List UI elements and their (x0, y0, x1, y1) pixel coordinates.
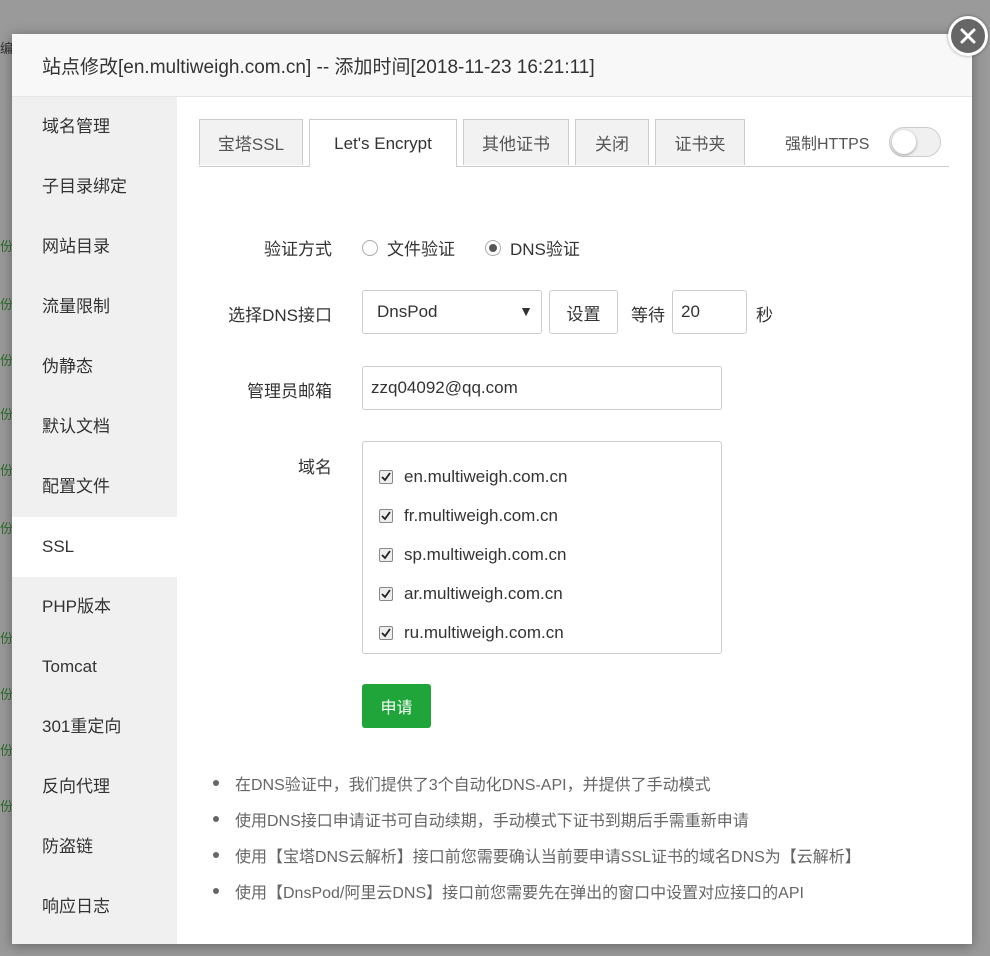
sidebar-item-traffic-limit[interactable]: 流量限制 (12, 277, 177, 337)
sidebar-item-php-version[interactable]: PHP版本 (12, 577, 177, 637)
domain-name: ru.multiweigh.com.cn (404, 622, 564, 642)
sidebar-item-hotlink-protection[interactable]: 防盗链 (12, 817, 177, 877)
tab-baota-ssl[interactable]: 宝塔SSL (199, 119, 303, 165)
tip-item: 使用【宝塔DNS云解析】接口前您需要确认当前要申请SSL证书的域名DNS为【云解… (199, 837, 861, 873)
close-icon (960, 28, 976, 44)
sidebar-item-reverse-proxy[interactable]: 反向代理 (12, 757, 177, 817)
checkbox-checked[interactable] (379, 508, 393, 523)
ssl-panel: 宝塔SSL Let's Encrypt 其他证书 关闭 证书夹 强制HTTPS … (177, 97, 972, 944)
admin-email-input[interactable]: zzq04092@qq.com (362, 366, 722, 410)
domain-name: fr.multiweigh.com.cn (404, 505, 558, 525)
force-https-toggle[interactable] (889, 127, 942, 157)
background-text-fragment: 份 (0, 632, 12, 647)
sidebar-item-default-doc[interactable]: 默认文档 (12, 397, 177, 457)
domain-label: 域名 (298, 458, 332, 477)
dns-interface-select[interactable]: DnsPod ▼ (362, 290, 542, 334)
verify-method-label: 验证方式 (264, 240, 332, 259)
tip-text: 使用DNS接口申请证书可自动续期，手动模式下证书到期后手需重新申请 (235, 813, 749, 830)
sidebar-item-config-file[interactable]: 配置文件 (12, 457, 177, 517)
sidebar-item-site-directory[interactable]: 网站目录 (12, 217, 177, 277)
background-text-fragment: 份 (0, 522, 12, 537)
modal-title: 站点修改[en.multiweigh.com.cn] -- 添加时间[2018-… (42, 56, 595, 78)
tip-item: 使用DNS接口申请证书可自动续期，手动模式下证书到期后手需重新申请 (199, 801, 861, 837)
domain-name: ar.multiweigh.com.cn (404, 583, 563, 603)
modal-header: 站点修改[en.multiweigh.com.cn] -- 添加时间[2018-… (12, 34, 972, 97)
force-https-switch: 强制HTTPS (785, 127, 942, 157)
checkbox-checked[interactable] (379, 469, 393, 484)
tab-certificate-folder[interactable]: 证书夹 (655, 119, 745, 165)
sidebar-item-301-redirect[interactable]: 301重定向 (12, 697, 177, 757)
tip-text: 使用【DnsPod/阿里云DNS】接口前您需要先在弹出的窗口中设置对应接口的AP… (235, 885, 804, 902)
radio-dns-verify[interactable]: DNS验证 (485, 235, 580, 260)
caret-down-icon: ▼ (519, 303, 533, 319)
bullet-icon (213, 852, 219, 858)
seconds-label: 秒 (756, 306, 773, 325)
admin-email-label: 管理员邮箱 (247, 382, 332, 401)
radio-label: 文件验证 (387, 240, 455, 259)
tips-list: 在DNS验证中，我们提供了3个自动化DNS-API，并提供了手动模式 使用DNS… (199, 765, 861, 909)
wait-label: 等待 (631, 306, 665, 325)
domain-name: en.multiweigh.com.cn (404, 466, 568, 486)
toggle-knob (892, 130, 917, 154)
sidebar-item-domain[interactable]: 域名管理 (12, 97, 177, 157)
background-text-fragment: 份 (0, 800, 12, 815)
background-text-fragment: 份 (0, 408, 12, 423)
site-edit-modal: 站点修改[en.multiweigh.com.cn] -- 添加时间[2018-… (12, 34, 972, 944)
background-text-fragment: 份 (0, 744, 12, 759)
domain-name: sp.multiweigh.com.cn (404, 544, 567, 564)
radio-label: DNS验证 (510, 240, 580, 259)
radio-button (362, 239, 378, 256)
tip-text: 使用【宝塔DNS云解析】接口前您需要确认当前要申请SSL证书的域名DNS为【云解… (235, 849, 861, 866)
force-https-label: 强制HTTPS (785, 136, 870, 153)
dns-settings-button[interactable]: 设置 (549, 290, 618, 334)
dns-interface-label: 选择DNS接口 (228, 306, 332, 325)
radio-file-verify[interactable]: 文件验证 (362, 235, 455, 260)
background-text-fragment: 份 (0, 298, 12, 313)
tip-item: 在DNS验证中，我们提供了3个自动化DNS-API，并提供了手动模式 (199, 765, 861, 801)
background-header-fragment: 编 (0, 42, 12, 57)
tip-text: 在DNS验证中，我们提供了3个自动化DNS-API，并提供了手动模式 (235, 777, 711, 794)
wait-seconds-input[interactable]: 20 (672, 290, 747, 334)
bullet-icon (213, 780, 219, 786)
radio-button-selected (485, 239, 501, 256)
checkbox-checked[interactable] (379, 547, 393, 562)
domain-item[interactable]: en.multiweigh.com.cn (363, 457, 721, 496)
tab-other-certificate[interactable]: 其他证书 (463, 119, 569, 165)
checkbox-checked[interactable] (379, 586, 393, 601)
bullet-icon (213, 888, 219, 894)
sidebar-item-subdir-binding[interactable]: 子目录绑定 (12, 157, 177, 217)
background-text-fragment: 份 (0, 464, 12, 479)
sidebar-item-response-log[interactable]: 响应日志 (12, 877, 177, 937)
domain-item[interactable]: sp.multiweigh.com.cn (363, 535, 721, 574)
tab-close[interactable]: 关闭 (575, 119, 649, 165)
settings-sidebar: 域名管理 子目录绑定 网站目录 流量限制 伪静态 默认文档 配置文件 SSL P… (12, 97, 177, 944)
tab-lets-encrypt[interactable]: Let's Encrypt (309, 119, 457, 167)
sidebar-item-rewrite[interactable]: 伪静态 (12, 337, 177, 397)
domain-item[interactable]: fr.multiweigh.com.cn (363, 496, 721, 535)
sidebar-item-tomcat[interactable]: Tomcat (12, 637, 177, 697)
tip-item: 使用【DnsPod/阿里云DNS】接口前您需要先在弹出的窗口中设置对应接口的AP… (199, 873, 861, 909)
apply-button[interactable]: 申请 (362, 684, 431, 728)
background-text-fragment: 份 (0, 354, 12, 369)
sidebar-item-ssl[interactable]: SSL (12, 517, 177, 577)
domain-list: en.multiweigh.com.cn fr.multiweigh.com.c… (362, 441, 722, 654)
background-text-fragment: 份 (0, 240, 12, 255)
domain-item[interactable]: ar.multiweigh.com.cn (363, 574, 721, 613)
dns-selected-value: DnsPod (377, 302, 438, 321)
checkbox-checked[interactable] (379, 625, 393, 640)
background-text-fragment: 份 (0, 688, 12, 703)
close-modal-button[interactable] (948, 16, 988, 56)
bullet-icon (213, 816, 219, 822)
domain-item[interactable]: ru.multiweigh.com.cn (363, 613, 721, 652)
